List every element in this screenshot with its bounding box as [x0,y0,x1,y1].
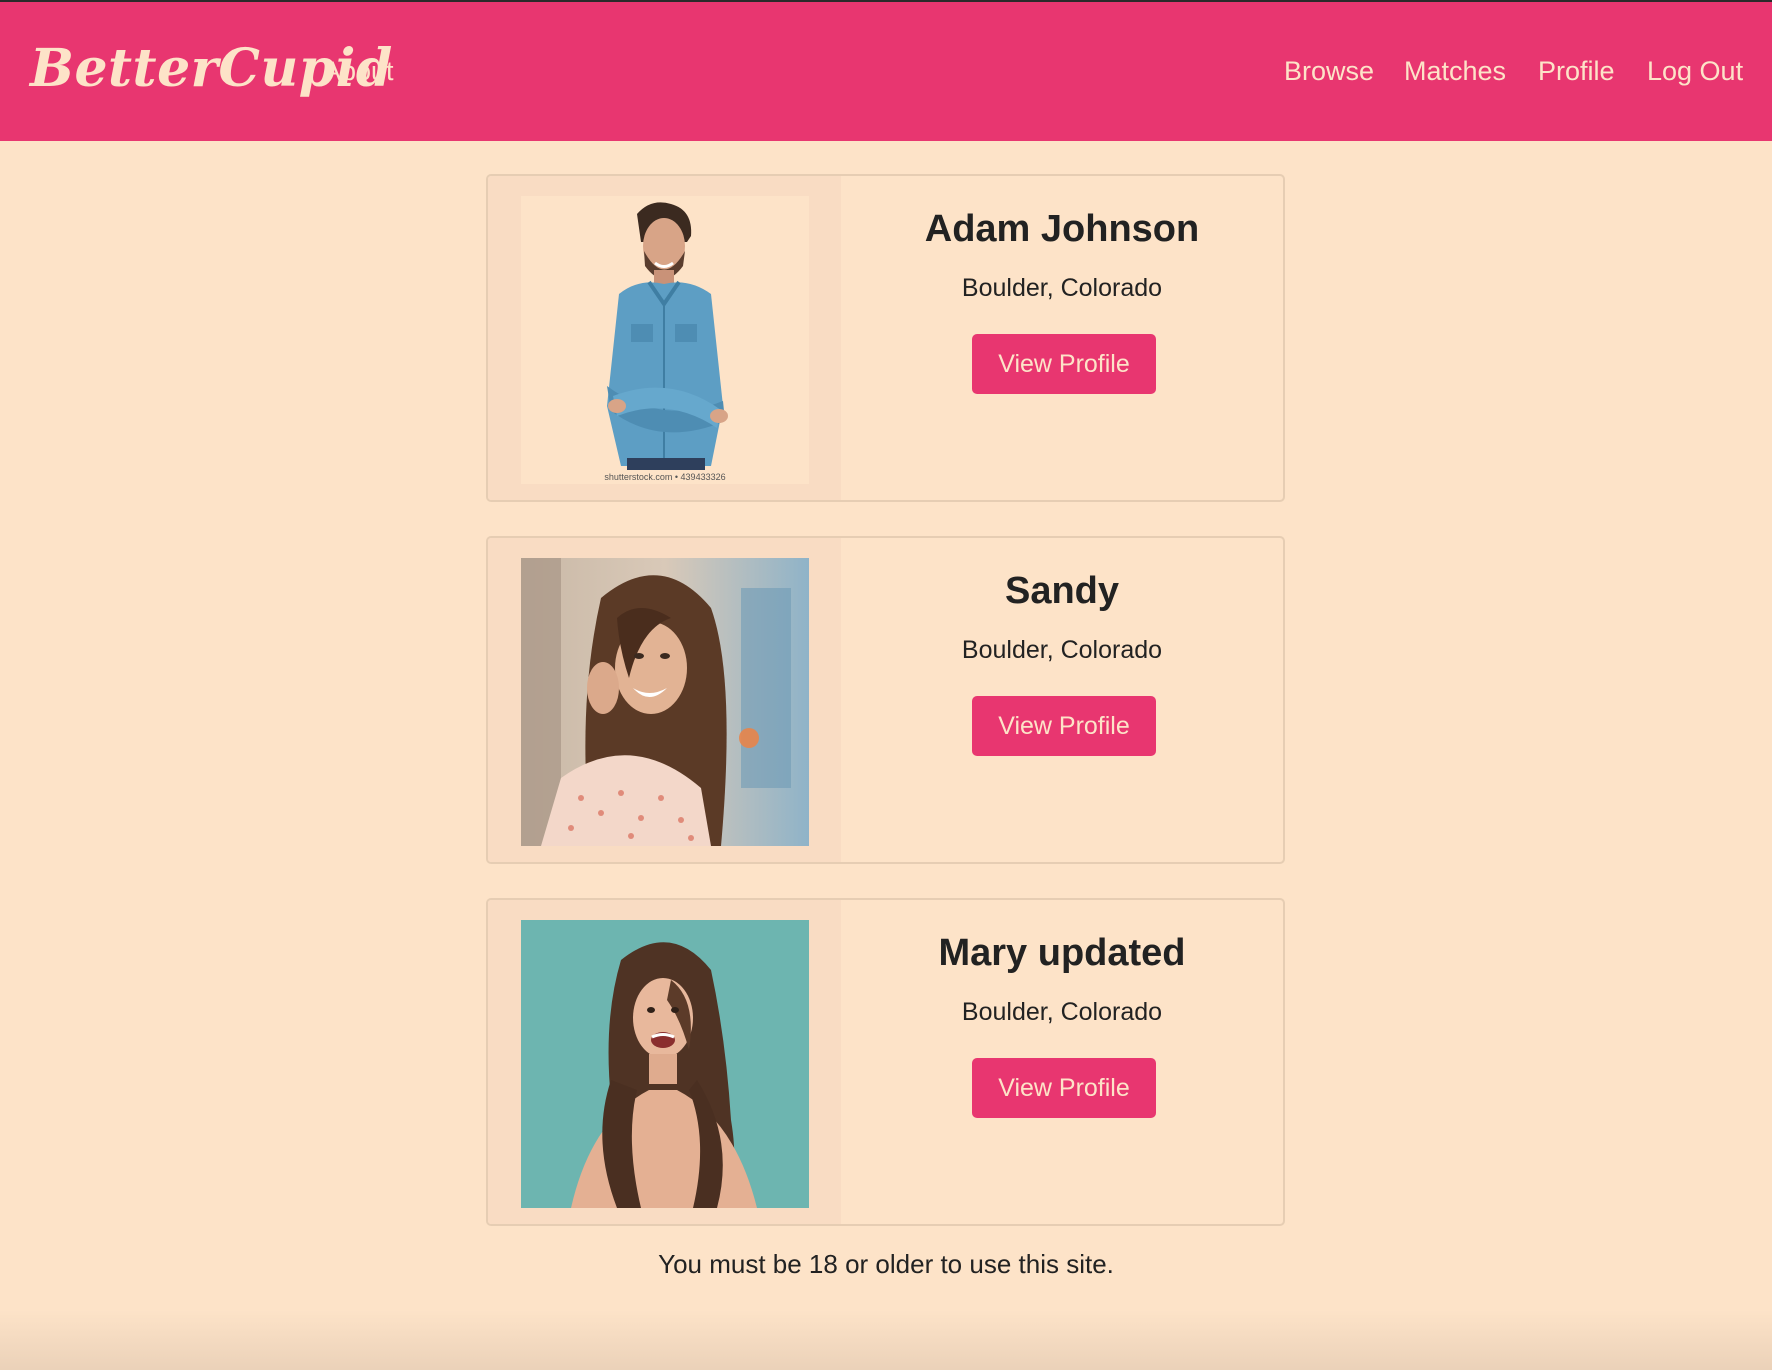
view-profile-button[interactable]: View Profile [972,1058,1156,1118]
profile-location: Boulder, Colorado [961,998,1163,1026]
nav-browse-link[interactable]: Browse [1284,56,1374,87]
profile-location: Boulder, Colorado [961,636,1163,664]
navbar: BetterCupid About Browse Matches Profile… [0,2,1772,141]
profile-list: shutterstock.com • 439433326 Adam Johnso… [0,141,1772,1370]
profile-photo [521,920,809,1208]
profile-card: Sandy Boulder, Colorado View Profile [486,536,1285,864]
profile-photo [521,558,809,846]
man-denim-shirt-photo: shutterstock.com • 439433326 [521,196,809,484]
age-notice: You must be 18 or older to use this site… [658,1249,1114,1279]
woman-smiling-city-photo [521,558,809,846]
profile-card: Mary updated Boulder, Colorado View Prof… [486,898,1285,1226]
nav-logout-link[interactable]: Log Out [1647,56,1743,87]
profile-name: Mary updated [938,932,1186,974]
view-profile-button[interactable]: View Profile [972,696,1156,756]
profile-card-body: Adam Johnson Boulder, Colorado View Prof… [841,176,1283,500]
profile-photo-panel [488,538,841,862]
profile-photo-panel [488,900,841,1224]
profile-location: Boulder, Colorado [961,274,1163,302]
profile-card: shutterstock.com • 439433326 Adam Johnso… [486,174,1285,502]
nav-matches-link[interactable]: Matches [1404,56,1506,87]
profile-card-body: Mary updated Boulder, Colorado View Prof… [841,900,1283,1224]
photo-caption: shutterstock.com • 439433326 [604,472,725,482]
profile-photo-panel: shutterstock.com • 439433326 [488,176,841,500]
profile-name: Adam Johnson [924,208,1200,250]
profile-name: Sandy [1004,570,1120,612]
bottom-shade [0,1310,1772,1370]
nav-about-link[interactable]: About [323,56,394,87]
nav-profile-link[interactable]: Profile [1538,56,1615,87]
profile-photo: shutterstock.com • 439433326 [521,196,809,484]
view-profile-button[interactable]: View Profile [972,334,1156,394]
woman-laughing-teal-photo [521,920,809,1208]
profile-card-body: Sandy Boulder, Colorado View Profile [841,538,1283,862]
